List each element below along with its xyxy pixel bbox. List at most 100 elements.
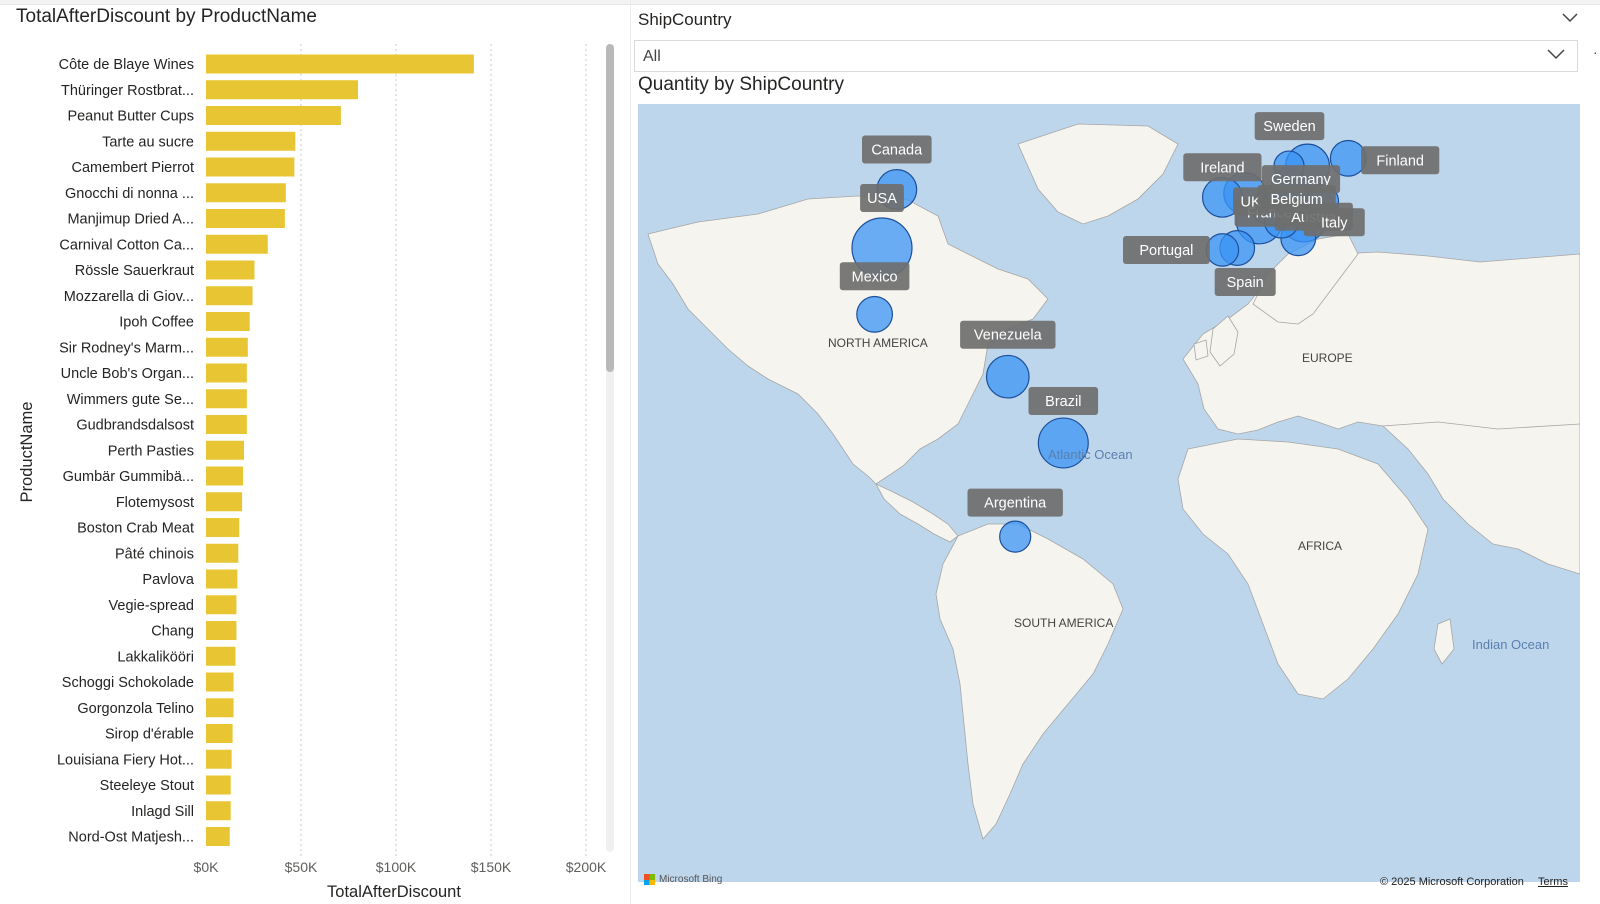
category-label: Uncle Bob's Organ...: [61, 366, 194, 382]
country-label: Ireland: [1200, 160, 1244, 176]
bar[interactable]: [206, 595, 237, 615]
bar[interactable]: [206, 621, 237, 640]
chevron-down-icon[interactable]: [1547, 47, 1565, 63]
bar[interactable]: [206, 440, 244, 460]
ocean-label-atlantic: Atlantic Ocean: [1048, 447, 1133, 462]
ocean-label-indian: Indian Ocean: [1472, 637, 1549, 652]
category-label: Manjimup Dried A...: [67, 212, 194, 228]
country-label: Belgium: [1270, 192, 1322, 208]
bar[interactable]: [206, 415, 247, 434]
bar[interactable]: [206, 312, 250, 331]
category-label: Rössle Sauerkraut: [75, 263, 194, 279]
bar[interactable]: [206, 466, 244, 486]
category-label: Mozzarella di Giov...: [64, 289, 194, 305]
category-label: Pavlova: [142, 572, 195, 588]
bar[interactable]: [206, 646, 236, 666]
bar[interactable]: [206, 801, 231, 821]
bar-chart-scrollbar[interactable]: [606, 44, 614, 852]
category-label: Carnival Cotton Ca...: [59, 237, 194, 253]
category-label: Wimmers gute Se...: [67, 392, 194, 408]
category-label: Gorgonzola Telino: [77, 701, 194, 717]
category-label: Vegie-spread: [109, 598, 194, 614]
visual-divider: [630, 0, 631, 904]
category-label: Sirop d'érable: [105, 727, 194, 743]
category-label: Thüringer Rostbrat...: [61, 83, 194, 99]
category-label: Gumbär Gummibä...: [63, 469, 194, 485]
category-label: Boston Crab Meat: [77, 521, 194, 537]
map-terms-link[interactable]: Terms: [1538, 876, 1568, 888]
category-label: Peanut Butter Cups: [67, 109, 194, 125]
country-label: Finland: [1376, 153, 1424, 169]
y-axis-title: ProductName: [18, 402, 36, 503]
x-tick-label: $100K: [376, 859, 417, 875]
category-label: Louisiana Fiery Hot...: [57, 752, 194, 768]
microsoft-logo-icon: [644, 874, 655, 885]
country-label: Spain: [1227, 275, 1264, 291]
x-tick-label: $200K: [566, 859, 607, 875]
bar[interactable]: [206, 260, 255, 280]
x-tick-label: $50K: [285, 859, 318, 875]
region-label-north-america: NORTH AMERICA: [828, 336, 928, 350]
bar[interactable]: [206, 724, 233, 743]
bar[interactable]: [206, 209, 285, 228]
region-label-africa: AFRICA: [1298, 539, 1342, 553]
bar[interactable]: [206, 518, 240, 537]
bubble-map[interactable]: USABrazilGermanyFranceAustriaSwedenVenez…: [638, 104, 1580, 882]
category-label: Flotemysost: [116, 495, 194, 511]
country-label: Argentina: [984, 496, 1047, 512]
bar[interactable]: [206, 157, 295, 177]
country-label: Mexico: [852, 269, 898, 285]
bar[interactable]: [206, 389, 247, 409]
bar[interactable]: [206, 775, 231, 795]
bar[interactable]: [206, 698, 234, 718]
x-tick-label: $150K: [471, 859, 512, 875]
bar[interactable]: [206, 80, 358, 100]
category-label: Côte de Blaye Wines: [59, 57, 194, 73]
slicer-selected-value: All: [643, 48, 661, 65]
bar[interactable]: [206, 569, 238, 589]
chevron-down-icon[interactable]: [1562, 10, 1578, 26]
category-label: Gnocchi di nonna ...: [65, 186, 194, 202]
country-label: Canada: [871, 143, 923, 159]
bar[interactable]: [206, 492, 243, 512]
x-tick-label: $0K: [194, 859, 220, 875]
country-label: Brazil: [1045, 394, 1081, 410]
bar[interactable]: [206, 234, 268, 254]
bar[interactable]: [206, 183, 286, 203]
bar-chart: $0K $50K $100K $150K $200K Côte de Blaye Wine…: [18, 44, 607, 901]
bing-attribution: Microsoft Bing: [644, 874, 722, 885]
bar[interactable]: [206, 106, 341, 125]
country-label: Sweden: [1263, 119, 1315, 135]
category-label: Inlagd Sill: [131, 804, 194, 820]
category-label: Schoggi Schokolade: [62, 675, 194, 691]
map-bubble[interactable]: [856, 295, 894, 333]
bar[interactable]: [206, 827, 230, 846]
bar[interactable]: [206, 543, 239, 563]
scrollbar-thumb[interactable]: [606, 44, 614, 372]
category-label: Perth Pasties: [108, 443, 194, 459]
bar[interactable]: [206, 131, 296, 151]
country-label: USA: [867, 191, 897, 207]
map-chart-title: Quantity by ShipCountry: [638, 74, 844, 95]
slicer-dropdown[interactable]: All: [634, 40, 1578, 72]
bar[interactable]: [206, 54, 474, 74]
map-bubble[interactable]: [985, 354, 1030, 399]
more-options-icon[interactable]: ·: [1593, 44, 1598, 60]
country-label: Italy: [1321, 215, 1348, 231]
map-bubble[interactable]: [999, 520, 1032, 553]
category-label: Chang: [151, 624, 194, 640]
category-label: Steeleye Stout: [100, 778, 194, 794]
country-label: Portugal: [1139, 243, 1193, 259]
bar[interactable]: [206, 286, 253, 306]
map-bubble[interactable]: [1205, 233, 1240, 267]
bar[interactable]: [206, 337, 248, 357]
bar[interactable]: [206, 672, 234, 692]
bar[interactable]: [206, 363, 247, 383]
category-label: Sir Rodney's Marm...: [59, 340, 194, 356]
bar[interactable]: [206, 749, 232, 769]
bing-label: Microsoft Bing: [659, 874, 723, 885]
category-label: Pâté chinois: [115, 546, 194, 562]
category-label: Nord-Ost Matjesh...: [68, 830, 194, 846]
map-copyright: © 2025 Microsoft Corporation: [1380, 876, 1524, 888]
region-label-europe: EUROPE: [1302, 351, 1353, 365]
